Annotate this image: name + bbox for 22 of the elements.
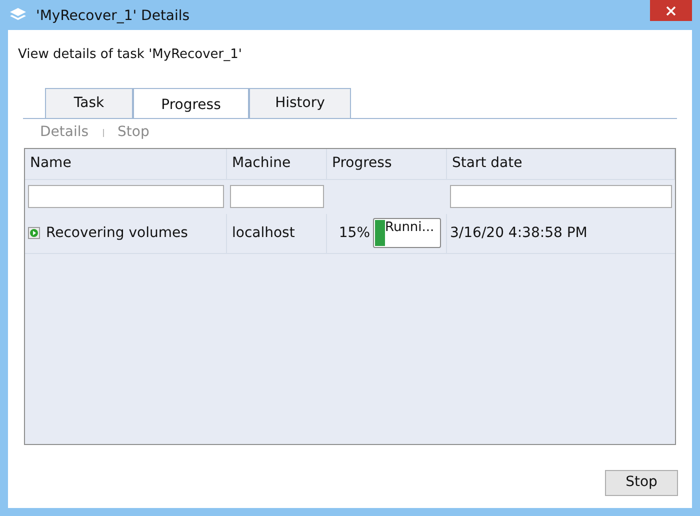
tab[interactable]: History [249,88,351,118]
column-header[interactable]: Progress [327,148,447,178]
filter-field[interactable] [28,184,224,208]
progress-status: Runni... [385,219,434,237]
filter-field[interactable] [450,184,672,208]
filter-field[interactable] [230,184,324,208]
layers-icon [10,8,26,22]
play-icon [28,227,40,239]
column-header[interactable]: Start date [447,148,675,178]
column-header[interactable]: Name [25,148,227,178]
tab[interactable]: Task [45,88,133,118]
close-button[interactable] [650,0,692,21]
tab[interactable]: Progress [133,88,249,118]
table-cell: localhost [227,214,327,252]
description: View details of task 'MyRecover_1' [18,46,243,64]
table-cell-text: 3/16/20 4:38:58 PM [449,224,588,242]
close-icon [666,6,676,16]
stop-button[interactable]: Stop [605,470,678,496]
task-name: Recovering volumes [46,224,188,242]
progress-percent: 15% [338,224,370,242]
window-title: 'MyRecover_1' Details [36,7,190,26]
column-header[interactable]: Machine [227,148,327,178]
